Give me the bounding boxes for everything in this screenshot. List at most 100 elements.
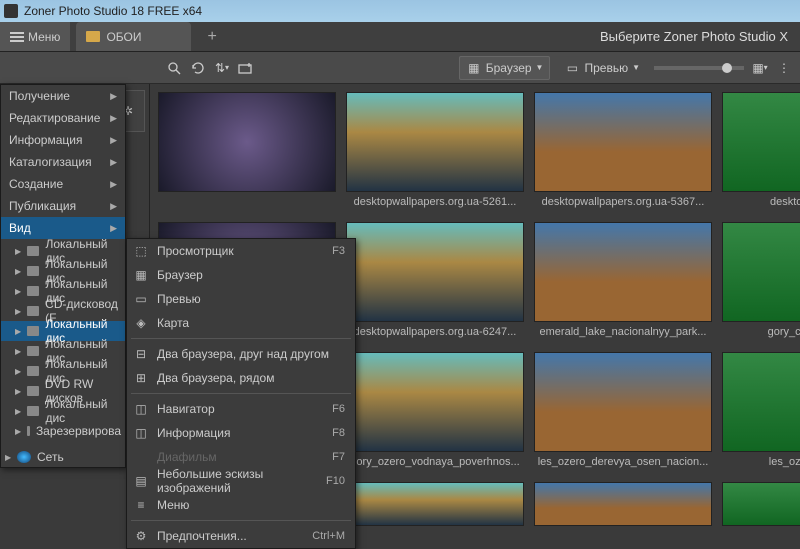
triangle-icon: ▶ [15, 427, 21, 436]
tree-node-network[interactable]: ▶Сеть [1, 447, 125, 467]
thumbnail-item[interactable]: gory_cvety_ozero [722, 222, 800, 346]
chevron-right-icon: ▶ [110, 113, 117, 124]
thumbnail-label: gory_cvety_ozero [722, 322, 800, 346]
disk-icon [27, 346, 39, 356]
menu-item[interactable]: Получение▶ [1, 85, 125, 107]
more-icon[interactable]: ⋮ [776, 60, 792, 76]
refresh-icon[interactable] [190, 60, 206, 76]
thumbnail-image [534, 352, 712, 452]
submenu-item[interactable]: ▭Превью [127, 287, 355, 311]
submenu-item[interactable]: ⚙Предпочтения...Ctrl+M [127, 524, 355, 548]
preview-mode-label: Превью [584, 61, 628, 75]
thumbnail-item[interactable] [722, 482, 800, 526]
grid-view-icon[interactable]: ▦▾ [752, 60, 768, 76]
thumbnail-item[interactable]: les_ozero_otrazh [722, 352, 800, 476]
thumbnail-item[interactable]: desktopwallpapers.org.ua-6247... [346, 222, 524, 346]
thumbnail-image [722, 482, 800, 526]
thumbnail-image [722, 222, 800, 322]
menu-separator [131, 393, 351, 394]
main-menu-button[interactable]: Меню [0, 22, 70, 51]
menu-item[interactable]: Вид▶ [1, 217, 125, 239]
view-submenu: ⬚ Просмотрщик F3 ▦Браузер▭Превью◈Карта ⊟Два … [126, 238, 356, 549]
tree-label: Сеть [37, 450, 64, 464]
submenu-icon: ◈ [133, 316, 149, 330]
submenu-label: Небольшие эскизы изображений [157, 467, 318, 495]
thumbnail-item[interactable]: desktopwallpapers.org.ua-5367... [534, 92, 712, 216]
menu-item-label: Получение [9, 89, 110, 103]
thumbnail-item[interactable]: les_ozero_derevya_osen_nacion... [534, 352, 712, 476]
menu-item[interactable]: Информация▶ [1, 129, 125, 151]
submenu-icon: ≡ [133, 498, 149, 512]
menu-item[interactable]: Каталогизация▶ [1, 151, 125, 173]
tree-node[interactable]: ▶Зарезервирова [1, 421, 125, 441]
tree-node[interactable]: ▶Локальный дис [1, 401, 125, 421]
thumbnail-label: les_ozero_derevya_osen_nacion... [534, 452, 712, 476]
thumbnail-item[interactable] [534, 482, 712, 526]
thumbnail-label: desktopwallpape [722, 192, 800, 216]
menu-item[interactable]: Публикация▶ [1, 195, 125, 217]
submenu-item[interactable]: ⊟Два браузера, друг над другом [127, 342, 355, 366]
thumbnail-image [722, 352, 800, 452]
preview-icon: ▭ [564, 60, 580, 76]
submenu-item[interactable]: ◈Карта [127, 311, 355, 335]
submenu-label: Браузер [157, 268, 337, 282]
submenu-item[interactable]: ≡Меню [127, 493, 355, 517]
menubar: Меню ОБОИ + Выберите Zoner Photo Studio … [0, 22, 800, 52]
thumbnail-item[interactable] [158, 92, 336, 216]
submenu-icon: ⬚ [133, 244, 149, 258]
submenu-label: Два браузера, рядом [157, 371, 337, 385]
submenu-item[interactable]: ◫НавигаторF6 [127, 397, 355, 421]
thumbnail-label [158, 192, 336, 204]
browser-mode-button[interactable]: ▦ Браузер ▼ [459, 56, 551, 80]
thumbnail-item[interactable]: gory_ozero_vodnaya_poverhnos... [346, 352, 524, 476]
shortcut-label: F3 [332, 245, 345, 257]
disk-icon [27, 286, 39, 296]
menu-item-label: Редактирование [9, 111, 110, 125]
main-menu-dropdown: Получение▶Редактирование▶Информация▶Ката… [0, 84, 126, 468]
submenu-label: Просмотрщик [157, 244, 324, 258]
chevron-down-icon: ▼ [536, 63, 544, 72]
submenu-icon: ◫ [133, 402, 149, 416]
search-icon[interactable] [166, 60, 182, 76]
chevron-right-icon: ▶ [110, 91, 117, 102]
app-icon [4, 4, 18, 18]
tab-current[interactable]: ОБОИ [76, 22, 191, 51]
folder-icon [86, 31, 100, 42]
new-folder-icon[interactable] [238, 60, 254, 76]
thumbnail-size-slider[interactable] [654, 66, 744, 70]
triangle-icon: ▶ [15, 327, 21, 336]
thumbnail-label: les_ozero_otrazh [722, 452, 800, 476]
shortcut-label: F7 [332, 451, 345, 463]
submenu-label: Информация [157, 426, 324, 440]
network-icon [17, 451, 31, 463]
disk-icon [27, 406, 39, 416]
chevron-down-icon: ▼ [632, 63, 640, 72]
hamburger-icon [10, 32, 24, 42]
disk-icon [27, 386, 39, 396]
thumbnail-item[interactable] [346, 482, 524, 526]
add-tab-button[interactable]: + [207, 28, 216, 46]
submenu-item[interactable]: ⬚ Просмотрщик F3 [127, 239, 355, 263]
thumbnail-item[interactable]: desktopwallpape [722, 92, 800, 216]
thumbnail-image [346, 222, 524, 322]
disk-icon [27, 306, 39, 316]
disk-icon [27, 326, 39, 336]
submenu-item[interactable]: ⊞ Два браузера, рядом [127, 366, 355, 390]
thumbnail-item[interactable]: desktopwallpapers.org.ua-5261... [346, 92, 524, 216]
disk-icon [27, 246, 39, 256]
thumbnail-image [346, 352, 524, 452]
thumbnail-item[interactable]: emerald_lake_nacionalnyy_park... [534, 222, 712, 346]
preview-mode-button[interactable]: ▭ Превью ▼ [558, 57, 646, 79]
submenu-item[interactable]: ◫ИнформацияF8 [127, 421, 355, 445]
thumbnail-image [346, 92, 524, 192]
thumbnail-image [158, 92, 336, 192]
thumbnail-label: gory_ozero_vodnaya_poverhnos... [346, 452, 524, 476]
menu-item[interactable]: Редактирование▶ [1, 107, 125, 129]
slider-knob[interactable] [722, 63, 732, 73]
sort-icon[interactable]: ⇅▾ [214, 60, 230, 76]
submenu-item[interactable]: ▤Небольшие эскизы изображенийF10 [127, 469, 355, 493]
submenu-icon: ⊞ [133, 371, 149, 385]
promo-link[interactable]: Выберите Zoner Photo Studio X [600, 29, 800, 44]
menu-item[interactable]: Создание▶ [1, 173, 125, 195]
submenu-item[interactable]: ▦Браузер [127, 263, 355, 287]
